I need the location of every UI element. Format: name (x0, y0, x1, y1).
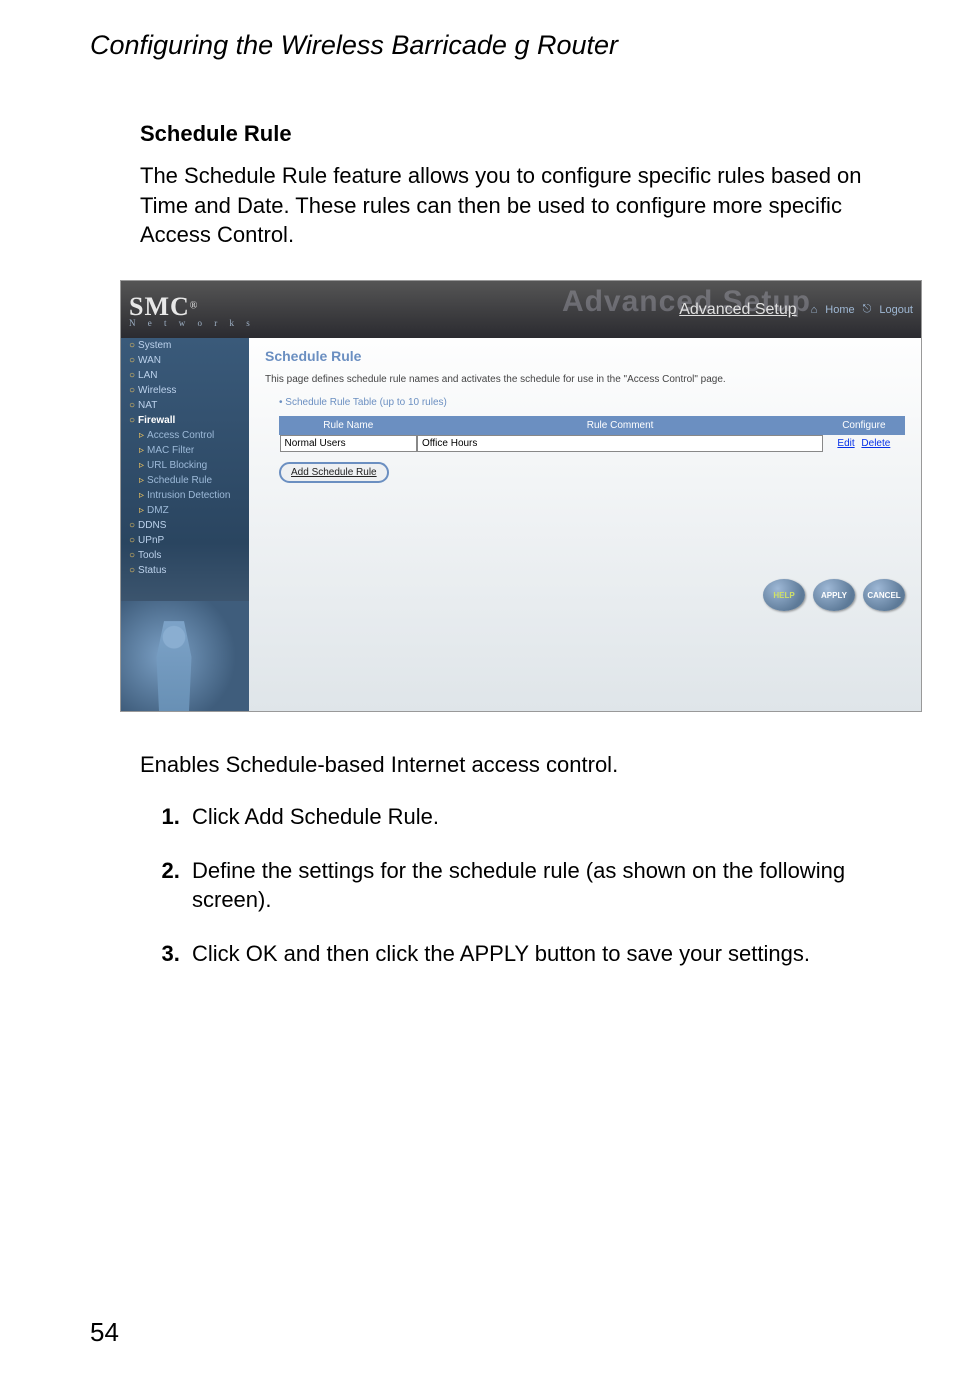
sidebar-sub-mac-filter[interactable]: ▹MAC Filter (121, 443, 249, 458)
step-2: Define the settings for the schedule rul… (186, 856, 894, 915)
logo-sub: N e t w o r k s (129, 318, 255, 328)
rule-comment-input[interactable] (417, 435, 823, 452)
sidebar-sub-access-control[interactable]: ▹Access Control (121, 428, 249, 443)
sidebar-item-upnp[interactable]: ○UPnP (121, 533, 249, 548)
arrow-icon: ▹ (139, 430, 144, 441)
col-configure: Configure (823, 417, 904, 435)
sidebar-item-ddns[interactable]: ○DDNS (121, 518, 249, 533)
table-caption: • Schedule Rule Table (up to 10 rules) (279, 397, 905, 408)
sidebar-item-firewall[interactable]: ○Firewall (121, 413, 249, 428)
sidebar-sub-url-blocking[interactable]: ▹URL Blocking (121, 458, 249, 473)
sidebar-item-tools[interactable]: ○Tools (121, 548, 249, 563)
sidebar-sub-intrusion-detection[interactable]: ▹Intrusion Detection (121, 488, 249, 503)
home-icon: ⌂ (811, 304, 818, 316)
sidebar-decoration (121, 601, 249, 711)
schedule-rule-table: Rule Name Rule Comment Configure Edit De… (279, 416, 905, 452)
bullet-icon: ○ (129, 370, 135, 381)
cancel-button[interactable]: CANCEL (863, 579, 905, 611)
bullet-icon: ○ (129, 565, 135, 576)
steps-list: Click Add Schedule Rule. Define the sett… (140, 802, 894, 969)
sidebar-item-nat[interactable]: ○NAT (121, 398, 249, 413)
sidebar-item-status[interactable]: ○Status (121, 563, 249, 578)
step-1: Click Add Schedule Rule. (186, 802, 894, 832)
header-nav: Advanced Setup ⌂ Home ⎋ Logout (679, 301, 913, 319)
logout-icon: ⎋ (863, 303, 872, 316)
table-header-row: Rule Name Rule Comment Configure (280, 417, 905, 435)
help-button[interactable]: HELP (763, 579, 805, 611)
doc-title: Configuring the Wireless Barricade g Rou… (90, 30, 894, 61)
nav-advanced-setup[interactable]: Advanced Setup (679, 301, 796, 319)
bullet-icon: ○ (129, 400, 135, 411)
bullet-icon: ○ (129, 385, 135, 396)
sidebar-item-wan[interactable]: ○WAN (121, 353, 249, 368)
brand-logo: SMC® N e t w o r k s (129, 292, 255, 328)
bullet-icon: ○ (129, 550, 135, 561)
arrow-icon: ▹ (139, 460, 144, 471)
rule-name-input[interactable] (280, 435, 418, 452)
content-description: This page defines schedule rule names an… (265, 374, 905, 385)
step-3: Click OK and then click the APPLY button… (186, 939, 894, 969)
arrow-icon: ▹ (139, 490, 144, 501)
bullet-icon: ○ (129, 340, 135, 351)
nav-logout[interactable]: Logout (879, 304, 913, 316)
sidebar-sub-dmz[interactable]: ▹DMZ (121, 503, 249, 518)
arrow-icon: ▹ (139, 475, 144, 486)
logo-reg: ® (190, 300, 198, 311)
edit-link[interactable]: Edit (837, 438, 854, 449)
bullet-icon: ○ (129, 415, 135, 426)
content-title: Schedule Rule (265, 348, 905, 364)
sidebar-item-wireless[interactable]: ○Wireless (121, 383, 249, 398)
col-rule-comment: Rule Comment (417, 417, 823, 435)
logo-main: SMC (129, 292, 190, 321)
action-button-row: HELP APPLY CANCEL (763, 579, 905, 611)
sidebar: ○System ○WAN ○LAN ○Wireless ○NAT ○Firewa… (121, 338, 249, 711)
intro-paragraph: The Schedule Rule feature allows you to … (140, 161, 894, 250)
page-number: 54 (90, 1317, 119, 1348)
bullet-icon: ○ (129, 535, 135, 546)
sidebar-sub-schedule-rule[interactable]: ▹Schedule Rule (121, 473, 249, 488)
arrow-icon: ▹ (139, 505, 144, 516)
arrow-icon: ▹ (139, 445, 144, 456)
enable-description: Enables Schedule-based Internet access c… (140, 752, 894, 778)
col-rule-name: Rule Name (280, 417, 418, 435)
bullet-icon: ○ (129, 355, 135, 366)
bullet-icon: ○ (129, 520, 135, 531)
nav-home[interactable]: Home (825, 304, 854, 316)
delete-link[interactable]: Delete (861, 438, 890, 449)
content-panel: Schedule Rule This page defines schedule… (249, 338, 921, 711)
section-heading: Schedule Rule (140, 121, 894, 147)
add-schedule-rule-button[interactable]: Add Schedule Rule (279, 462, 389, 483)
sidebar-item-system[interactable]: ○System (121, 338, 249, 353)
screenshot-window: SMC® N e t w o r k s Advanced Setup Adva… (120, 280, 922, 712)
apply-button[interactable]: APPLY (813, 579, 855, 611)
table-row: Edit Delete (280, 435, 905, 453)
window-header: SMC® N e t w o r k s Advanced Setup Adva… (121, 281, 921, 338)
sidebar-item-lan[interactable]: ○LAN (121, 368, 249, 383)
